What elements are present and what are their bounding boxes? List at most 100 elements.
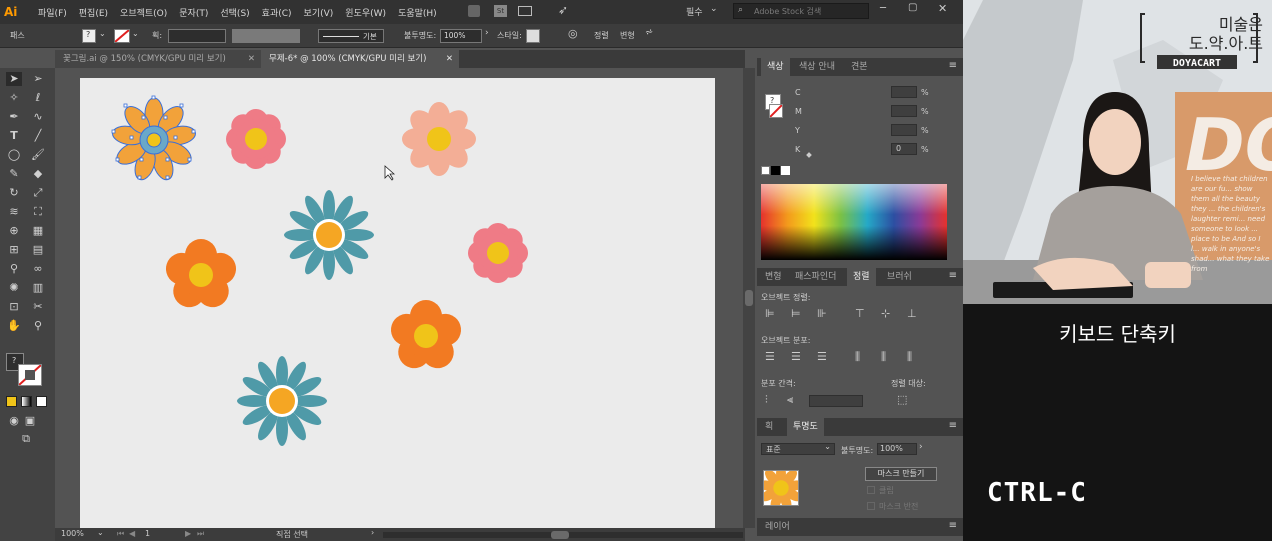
color-stroke-swatch[interactable] [769,104,783,118]
last-artboard-icon[interactable]: ⏭ [197,529,204,539]
flower-pink-1[interactable] [226,109,286,169]
gradient-mode-icon[interactable] [21,396,32,407]
align-top-icon[interactable]: ⊤ [855,307,865,320]
tab-pathfinder[interactable]: 패스파인더 [789,268,842,286]
tab-untitled-6[interactable]: 무제-6* @ 100% (CMYK/GPU 미리 보기) ✕ [261,50,459,68]
magenta-input[interactable] [891,105,917,117]
eyedropper-icon[interactable]: ⚲ [6,262,22,276]
close-icon[interactable]: ✕ [446,50,453,68]
menu-file[interactable]: 파일(F) [32,6,73,19]
clip-checkbox[interactable] [867,486,875,494]
symbol-sprayer-icon[interactable]: ✺ [6,281,22,295]
none-swatch[interactable] [761,166,770,175]
tab-color[interactable]: 색상 [761,58,790,76]
align-bottom-icon[interactable]: ⊥ [907,307,917,320]
stroke-weight-input[interactable] [168,29,226,43]
panel-menu-icon[interactable]: ≡ [949,420,957,431]
make-mask-button[interactable]: 마스크 만들기 [865,467,937,481]
distribute-vcenter-icon[interactable]: ☰ [791,350,801,363]
zoom-level[interactable]: 100% [61,529,84,538]
align-left-icon[interactable]: ⊫ [765,307,775,320]
next-artboard-icon[interactable]: ▶ [185,529,191,538]
artboard[interactable] [80,78,715,528]
line-tool-icon[interactable]: ╱ [30,129,46,143]
horizontal-spacing-icon[interactable]: ⫷ [787,393,793,407]
bridge-icon[interactable] [468,5,480,17]
menu-type[interactable]: 문자(T) [173,6,214,19]
chevron-right-icon[interactable]: › [485,28,489,38]
chevron-down-icon[interactable]: ⌄ [99,29,106,38]
blend-tool-icon[interactable]: ∞ [30,262,46,276]
chevron-right-icon[interactable]: › [919,442,923,452]
align-options-icon[interactable]: ⩫ [645,27,653,38]
menu-edit[interactable]: 편집(E) [73,6,114,19]
hand-tool-icon[interactable]: ✋ [6,319,22,333]
arrange-documents-icon[interactable] [518,6,532,16]
brush-definition-select[interactable]: 기본 [318,29,384,43]
menu-help[interactable]: 도움말(H) [392,6,443,19]
align-link[interactable]: 정렬 [594,30,609,41]
chevron-down-icon[interactable]: ⌄ [132,29,139,38]
stock-search-input[interactable]: ⌕ Adobe Stock 검색 [733,3,869,19]
shape-builder-icon[interactable]: ⊕ [6,224,22,238]
screen-mode-icon[interactable]: ⧉ [18,432,34,446]
magic-wand-icon[interactable]: ✧ [6,91,22,105]
curvature-tool-icon[interactable]: ∿ [30,110,46,124]
align-hcenter-icon[interactable]: ⊨ [791,307,801,320]
scale-tool-icon[interactable]: ⤢ [30,186,46,200]
cyan-input[interactable] [891,86,917,98]
transparency-opacity-input[interactable]: 100% [877,443,917,455]
opacity-input[interactable]: 100% [440,29,482,43]
panel-menu-icon[interactable]: ≡ [949,520,957,531]
gpu-rocket-icon[interactable]: ➶ [558,3,568,17]
gradient-tool-icon[interactable]: ▤ [30,243,46,257]
align-vcenter-icon[interactable]: ⊹ [881,307,890,320]
tab-align[interactable]: 정렬 [847,268,876,286]
workspace-switcher[interactable]: 필수 [686,5,703,18]
tab-transform[interactable]: 변형 [759,268,788,286]
pencil-icon[interactable]: ✎ [6,167,22,181]
maximize-icon[interactable]: ▢ [908,2,917,13]
tab-transparency[interactable]: 투명도 [787,418,824,436]
color-mode-icon[interactable] [6,396,17,407]
menu-effect[interactable]: 효과(C) [256,6,298,19]
align-right-icon[interactable]: ⊪ [817,307,827,320]
draw-mode-icon[interactable]: ◉ [6,414,22,428]
black-swatch[interactable] [771,166,780,175]
ellipse-tool-icon[interactable]: ◯ [6,148,22,162]
vertical-spacing-icon[interactable]: ⫶ [765,393,768,407]
distribute-hcenter-icon[interactable]: ⫼ [881,350,886,364]
chevron-right-icon[interactable]: › [371,528,374,537]
black-input[interactable]: 0 [891,143,917,155]
graph-tool-icon[interactable]: ▥ [30,281,46,295]
variable-width-profile[interactable] [232,29,300,43]
tab-stroke[interactable]: 획 [759,418,779,436]
panel-menu-icon[interactable]: ≡ [949,60,957,71]
scroll-thumb[interactable] [745,290,753,306]
stock-icon[interactable]: St [494,5,507,17]
distribute-right-icon[interactable]: ⫼ [907,350,912,364]
flower-peach[interactable] [402,102,476,176]
paintbrush-icon[interactable]: 🖌 [30,148,46,162]
selection-tool-icon[interactable]: ➤ [6,72,22,86]
draw-behind-icon[interactable]: ▣ [22,414,38,428]
type-tool-icon[interactable]: T [6,129,22,143]
chevron-down-icon[interactable]: ⌄ [97,528,104,537]
close-icon[interactable]: ✕ [248,50,255,68]
black-slider-handle[interactable] [806,152,812,158]
artwork[interactable] [80,78,715,528]
close-icon[interactable]: ✕ [938,2,947,15]
object-thumbnail[interactable] [757,464,805,512]
fill-swatch[interactable]: ? [82,29,96,43]
tab-color-guide[interactable]: 색상 안내 [793,58,841,76]
flower-orange-2[interactable] [386,300,466,375]
none-mode-icon[interactable] [36,396,47,407]
color-spectrum[interactable] [761,184,947,260]
chevron-down-icon[interactable]: ⌄ [710,4,718,14]
menu-view[interactable]: 보기(V) [298,6,340,19]
distribute-left-icon[interactable]: ⫼ [855,350,860,364]
yellow-input[interactable] [891,124,917,136]
flower-teal-2[interactable] [237,356,327,446]
lasso-icon[interactable]: ℓ [30,91,46,105]
zoom-tool-icon[interactable]: ⚲ [30,319,46,333]
